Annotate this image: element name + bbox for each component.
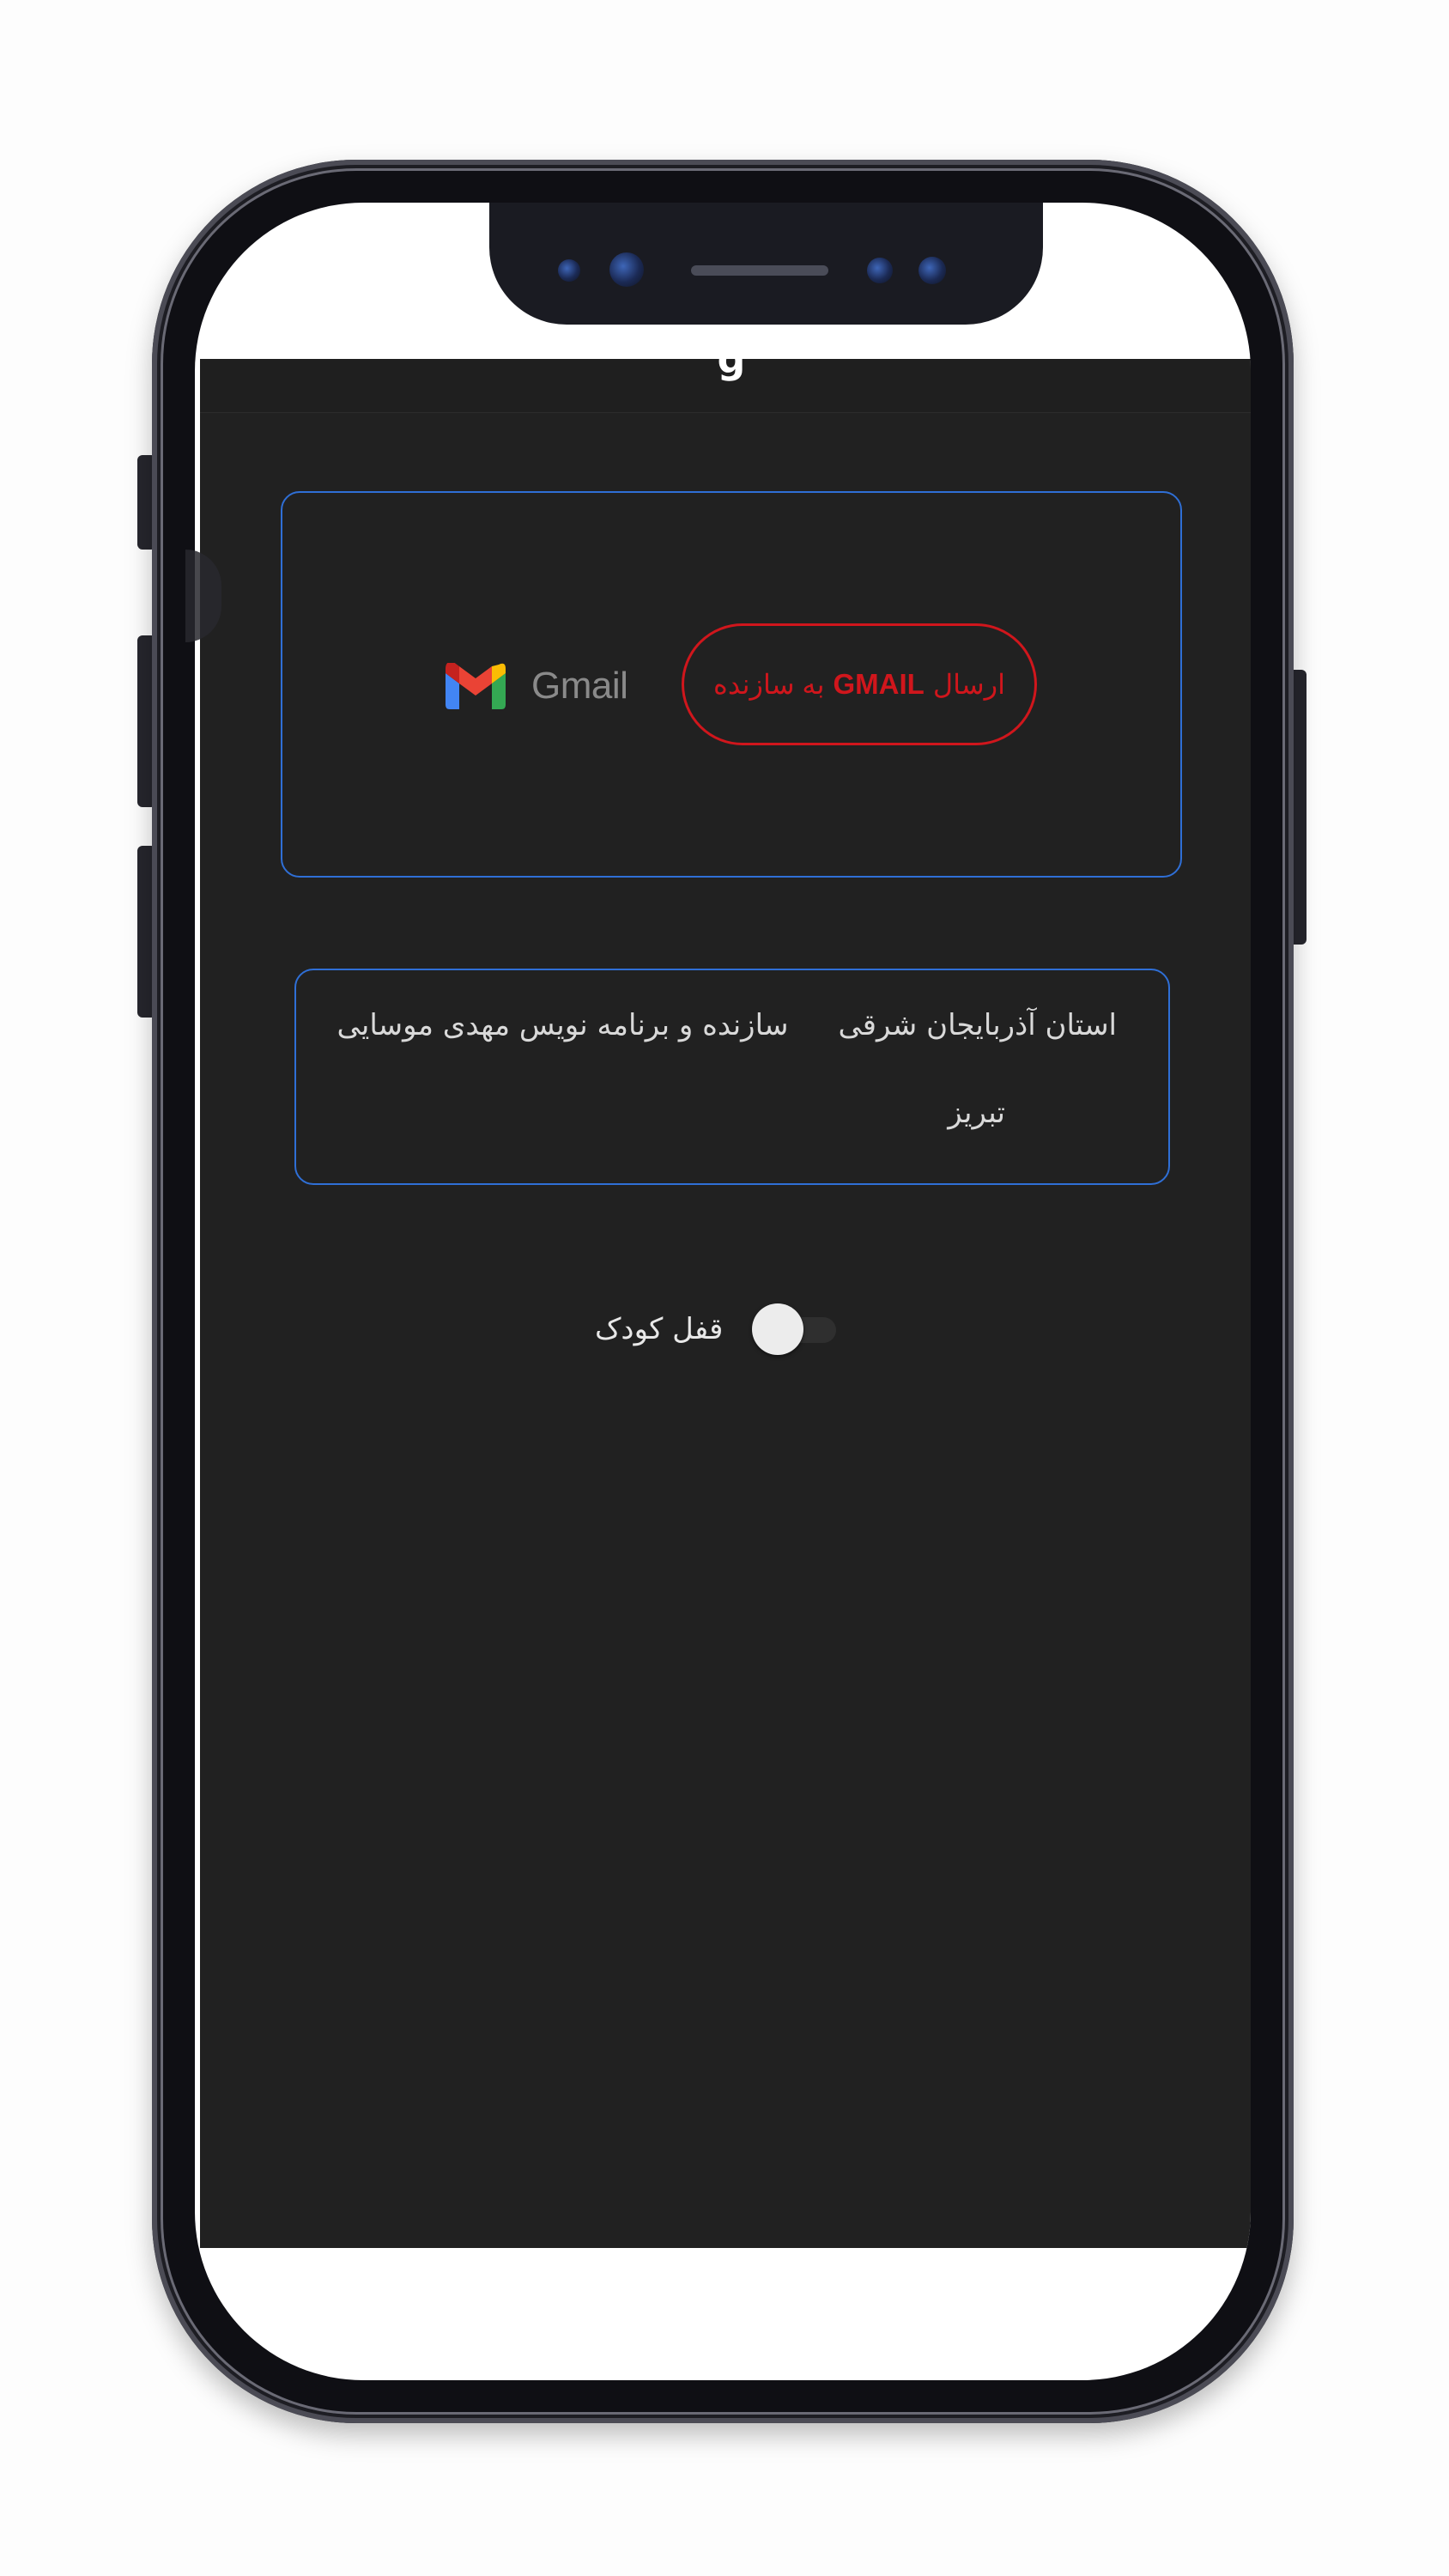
send-gmail-button[interactable]: ارسال GMAIL به سازنده [682,623,1037,745]
stage: g Gmail ارسال GMAIL به سازنده استان آذرب… [0,0,1449,2576]
gmail-logo: Gmail [446,656,628,716]
sensor-icon [867,258,893,283]
developer-text: سازنده و برنامه نویس مهدی موسایی [336,1008,789,1042]
send-button-prefix: ارسال [932,669,1005,700]
gmail-icon [446,663,506,709]
front-camera-icon [609,252,644,287]
send-button-highlight: GMAIL [833,668,925,700]
gmail-wordmark: Gmail [531,665,628,707]
developer-info-card: استان آذربایجان شرقی سازنده و برنامه نویس… [294,969,1170,1185]
phone-bezel: g Gmail ارسال GMAIL به سازنده استان آذرب… [195,203,1251,2380]
phone-frame: g Gmail ارسال GMAIL به سازنده استان آذرب… [152,160,1294,2423]
send-button-suffix: به سازنده [713,669,825,700]
city-text: تبریز [948,1096,1005,1130]
child-lock-toggle[interactable] [752,1303,837,1355]
phone-rim: g Gmail ارسال GMAIL به سازنده استان آذرب… [161,168,1285,2415]
province-text: استان آذربایجان شرقی [838,1008,1117,1042]
page-title: g [717,336,746,382]
child-lock-label: قفل کودک [595,1312,724,1346]
app-header: g [200,336,1251,413]
sensor-icon [558,259,580,282]
toggle-knob [752,1303,804,1355]
child-lock-row: قفل کودک [595,1299,837,1359]
app-screen: g Gmail ارسال GMAIL به سازنده استان آذرب… [200,336,1251,2248]
gmail-card: Gmail ارسال GMAIL به سازنده [281,491,1182,878]
notch [489,203,1043,325]
earpiece-speaker [691,265,828,276]
info-line-1: استان آذربایجان شرقی سازنده و برنامه نویس… [337,1008,1117,1042]
sensor-icon [919,257,946,284]
